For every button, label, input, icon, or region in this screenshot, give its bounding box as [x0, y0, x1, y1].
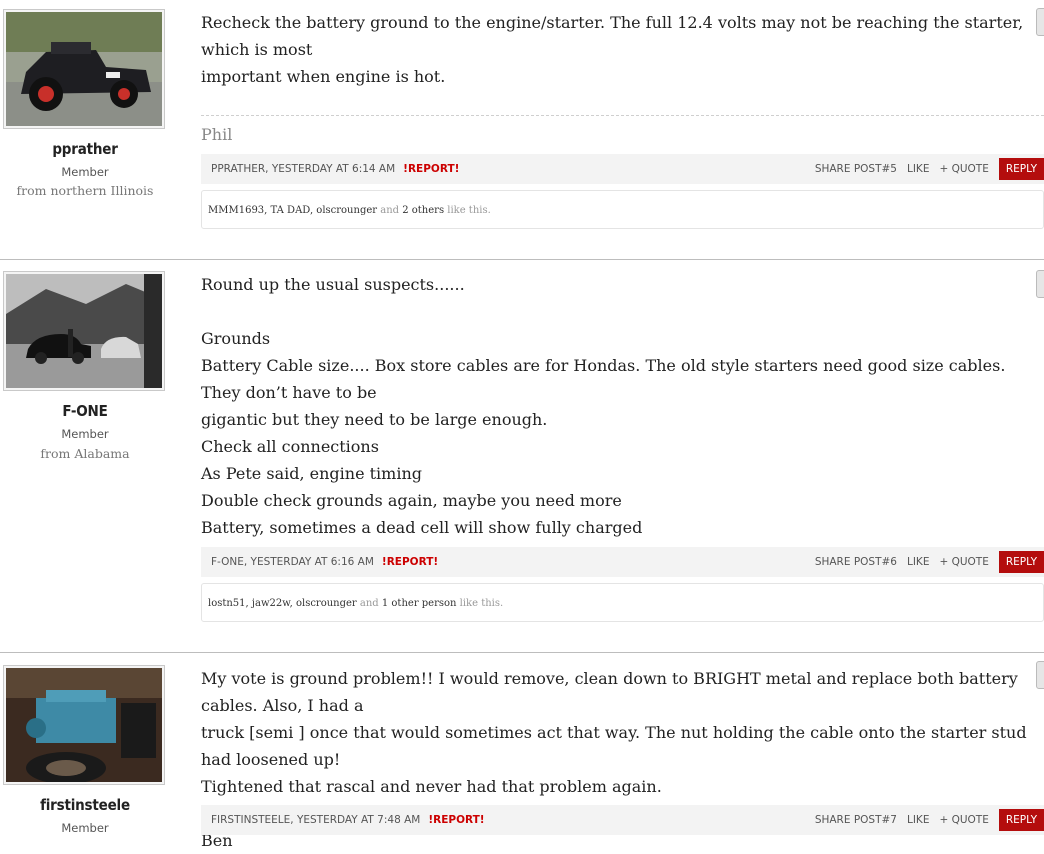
- message-body: Recheck the battery ground to the engine…: [201, 9, 1031, 90]
- share-post-link[interactable]: SHARE POST#6: [815, 556, 897, 568]
- message-line: As Pete said, engine timing: [201, 464, 423, 483]
- post-scroll-handle[interactable]: [1036, 8, 1044, 36]
- post-meta[interactable]: PPRATHER, YESTERDAY AT 6:14 AM: [211, 163, 395, 175]
- message-line: Grounds: [201, 329, 271, 348]
- report-link[interactable]: !REPORT!: [428, 814, 484, 826]
- message-line: Check all connections: [201, 437, 379, 456]
- post-action-bar: PPRATHER, YESTERDAY AT 6:14 AM !REPORT! S…: [201, 154, 1044, 184]
- post-6: F-ONE Member from Alabama Round up the u…: [0, 259, 1044, 652]
- share-post-link[interactable]: SHARE POST#5: [815, 163, 897, 175]
- post-5: pprather Member from northern Illinois R…: [0, 0, 1044, 258]
- post-scroll-handle[interactable]: [1036, 661, 1044, 689]
- message-line: Recheck the battery ground to the engine…: [201, 13, 1024, 59]
- user-location: from Alabama: [40, 446, 130, 461]
- signature: Phil: [201, 125, 233, 144]
- post-meta[interactable]: F-ONE, YESTERDAY AT 6:16 AM: [211, 556, 374, 568]
- message-line: truck [semi ] once that would sometimes …: [201, 723, 1027, 769]
- username[interactable]: firstinsteele: [0, 796, 170, 814]
- like-link[interactable]: LIKE: [907, 556, 929, 568]
- likes-names[interactable]: lostn51, jaw22w, olscrounger: [208, 598, 357, 609]
- quote-link[interactable]: + QUOTE: [939, 163, 988, 175]
- user-title: Member: [61, 165, 109, 179]
- reply-button[interactable]: REPLY: [998, 551, 1044, 573]
- engine-photo-icon: [6, 668, 162, 782]
- user-title: Member: [61, 427, 109, 441]
- username[interactable]: pprather: [0, 140, 170, 158]
- like-link[interactable]: LIKE: [907, 163, 929, 175]
- likes-names[interactable]: MMM1693, TA DAD, olscrounger: [208, 205, 377, 216]
- message-body: Round up the usual suspects...... Ground…: [201, 271, 1031, 568]
- message-line: Tightened that rascal and never had that…: [201, 777, 662, 796]
- message-line: [201, 298, 1031, 325]
- post-7: firstinsteele Member My vote is ground p…: [0, 652, 1044, 850]
- message-line: Battery Cable size.... Box store cables …: [201, 356, 1006, 402]
- post-action-bar: FIRSTINSTEELE, YESTERDAY AT 7:48 AM !REPO…: [201, 805, 1044, 835]
- likes-and: and: [377, 205, 403, 216]
- reply-button[interactable]: REPLY: [998, 158, 1044, 180]
- likes-others[interactable]: 1 other person: [382, 598, 457, 609]
- quote-link[interactable]: + QUOTE: [939, 556, 988, 568]
- vintage-cars-photo-icon: [6, 274, 162, 388]
- message-line: gigantic but they need to be large enoug…: [201, 410, 548, 429]
- likes-summary: lostn51, jaw22w, olscrounger and 1 other…: [201, 583, 1044, 622]
- username[interactable]: F-ONE: [0, 402, 170, 420]
- likes-summary: MMM1693, TA DAD, olscrounger and 2 other…: [201, 190, 1044, 229]
- avatar[interactable]: [3, 9, 165, 129]
- like-link[interactable]: LIKE: [907, 814, 929, 826]
- likes-suffix: like this.: [444, 205, 491, 216]
- reply-button[interactable]: REPLY: [998, 809, 1044, 831]
- avatar[interactable]: [3, 665, 165, 785]
- avatar[interactable]: [3, 271, 165, 391]
- post-meta[interactable]: FIRSTINSTEELE, YESTERDAY AT 7:48 AM: [211, 814, 420, 826]
- message-line: My vote is ground problem!! I would remo…: [201, 669, 1018, 715]
- likes-others[interactable]: 2 others: [402, 205, 444, 216]
- message-line: Double check grounds again, maybe you ne…: [201, 491, 622, 510]
- message-line: Round up the usual suspects......: [201, 275, 465, 294]
- report-link[interactable]: !REPORT!: [403, 163, 459, 175]
- message-line: Battery, sometimes a dead cell will show…: [201, 518, 643, 537]
- likes-and: and: [356, 598, 382, 609]
- share-post-link[interactable]: SHARE POST#7: [815, 814, 897, 826]
- report-link[interactable]: !REPORT!: [382, 556, 438, 568]
- message-line: important when engine is hot.: [201, 67, 446, 86]
- user-location: from northern Illinois: [16, 183, 154, 198]
- hot-rod-photo-icon: [6, 12, 162, 126]
- likes-suffix: like this.: [456, 598, 504, 609]
- signature-divider: [201, 115, 1044, 116]
- post-scroll-handle[interactable]: [1036, 270, 1044, 298]
- quote-link[interactable]: + QUOTE: [939, 814, 988, 826]
- post-action-bar: F-ONE, YESTERDAY AT 6:16 AM !REPORT! SHAR…: [201, 547, 1044, 577]
